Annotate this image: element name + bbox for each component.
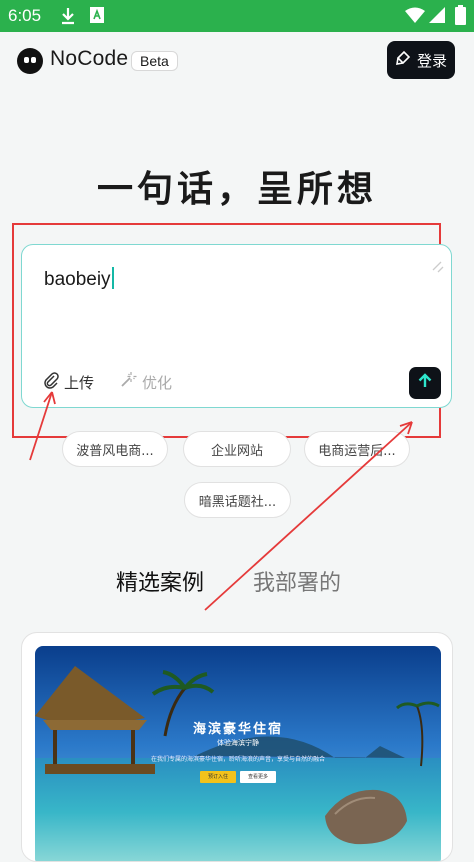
suggestion-chip[interactable]: 企业网站: [183, 431, 291, 467]
hero-title: 一句话，呈所想: [96, 169, 377, 210]
suggestion-chip[interactable]: 暗黑话题社...: [184, 482, 291, 518]
prompt-input-card: baobeiy 上传 优化: [21, 244, 452, 408]
prompt-input-value: baobeiy: [44, 269, 111, 290]
download-icon: [60, 7, 76, 29]
optimize-button[interactable]: 优化: [119, 371, 172, 393]
text-caret: [111, 267, 114, 289]
arrow-up-icon: [416, 372, 434, 394]
signal-icon: [429, 7, 445, 27]
app-header: NoCode Beta 登录: [0, 32, 474, 90]
prompt-input[interactable]: baobeiy: [44, 267, 114, 291]
login-icon: [395, 50, 411, 70]
status-bar: 6:05: [0, 0, 474, 32]
optimize-label: 优化: [142, 373, 173, 392]
beta-badge: Beta: [131, 51, 178, 71]
suggestion-chip[interactable]: 电商运营后...: [304, 431, 410, 467]
app-notification-icon: [90, 7, 104, 27]
paperclip-icon: [42, 371, 60, 393]
nocode-logo-icon: [17, 48, 43, 74]
send-button[interactable]: [409, 367, 441, 399]
showcase-primary-button: 预订入住: [200, 771, 236, 783]
upload-button[interactable]: 上传: [42, 371, 94, 393]
tab-deployed[interactable]: 我部署的: [253, 565, 341, 597]
status-time: 6:05: [8, 6, 42, 25]
showcase-secondary-button: 查看更多: [240, 771, 276, 783]
magic-wand-icon: [119, 371, 137, 393]
tab-featured[interactable]: 精选案例: [116, 565, 204, 597]
battery-icon: [455, 5, 466, 29]
wifi-icon: [405, 7, 425, 27]
showcase-subtitle: 体验海滨宁静: [217, 739, 259, 747]
showcase-thumbnail: 海滨豪华住宿 体验海滨宁静 在我们专属的海滨豪华住宿，聆听海浪的声音，享受与自然…: [35, 646, 441, 861]
resize-handle-icon[interactable]: [431, 259, 445, 278]
login-button[interactable]: 登录: [387, 41, 455, 79]
showcase-card[interactable]: 海滨豪华住宿 体验海滨宁静 在我们专属的海滨豪华住宿，聆听海浪的声音，享受与自然…: [21, 632, 453, 862]
showcase-description: 在我们专属的海滨豪华住宿，聆听海浪的声音，享受与自然的融合: [150, 756, 325, 763]
suggestion-chip[interactable]: 波普风电商...: [62, 431, 168, 467]
login-label: 登录: [416, 51, 447, 70]
showcase-title: 海滨豪华住宿: [192, 722, 283, 737]
brand-name: NoCode: [50, 47, 129, 70]
upload-label: 上传: [64, 373, 95, 392]
